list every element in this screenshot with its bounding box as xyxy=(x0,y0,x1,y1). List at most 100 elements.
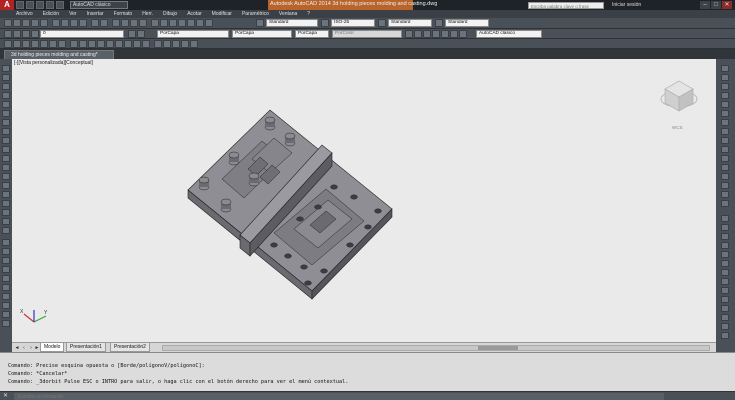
rotate-icon[interactable] xyxy=(2,293,10,300)
center-mark-icon[interactable] xyxy=(721,323,729,330)
dim-ordinate-icon[interactable] xyxy=(721,242,729,249)
scale-icon[interactable] xyxy=(721,128,729,135)
menu-dibujo[interactable]: Dibujo xyxy=(163,11,177,17)
trim-icon[interactable] xyxy=(721,146,729,153)
arc-icon[interactable] xyxy=(31,40,39,48)
dim-style-dropdown[interactable]: ISO-25 xyxy=(331,19,375,27)
scrollbar-thumb[interactable] xyxy=(478,346,518,350)
close-icon[interactable]: ✕ xyxy=(3,393,11,400)
panel-icon[interactable] xyxy=(459,30,467,38)
preview-icon[interactable] xyxy=(40,19,48,27)
dim-jogged-icon[interactable] xyxy=(721,260,729,267)
mirror-icon[interactable] xyxy=(721,83,729,90)
dim-radius-icon[interactable] xyxy=(721,251,729,258)
rectangle-icon[interactable] xyxy=(40,40,48,48)
color-dropdown[interactable]: PorCapa xyxy=(157,30,229,38)
dim-arc-icon[interactable] xyxy=(721,233,729,240)
trim-icon[interactable] xyxy=(88,40,96,48)
layer-previous-icon[interactable] xyxy=(137,30,145,38)
explode-icon[interactable] xyxy=(142,40,150,48)
viewcube-icon[interactable]: WCS xyxy=(657,73,701,137)
make-block-icon[interactable] xyxy=(2,173,10,180)
array-icon[interactable] xyxy=(115,40,123,48)
insert-block-icon[interactable] xyxy=(2,164,10,171)
mirror-icon[interactable] xyxy=(2,257,10,264)
cylinder-icon[interactable] xyxy=(163,40,171,48)
multileader-style-icon[interactable] xyxy=(435,19,443,27)
menu-ver[interactable]: Ver xyxy=(69,11,77,17)
dim-aligned-icon[interactable] xyxy=(721,224,729,231)
text-icon[interactable] xyxy=(58,40,66,48)
spline-icon[interactable] xyxy=(2,137,10,144)
lineweight-dropdown[interactable]: PorCapa xyxy=(295,30,329,38)
dim-baseline-icon[interactable] xyxy=(721,296,729,303)
fillet-icon[interactable] xyxy=(721,191,729,198)
dim-angular-icon[interactable] xyxy=(721,278,729,285)
plot-style-dropdown[interactable]: PorColor xyxy=(332,30,402,38)
polyline-icon[interactable] xyxy=(13,40,21,48)
rotate-icon[interactable] xyxy=(721,119,729,126)
stretch-icon[interactable] xyxy=(2,311,10,318)
break-icon[interactable] xyxy=(721,164,729,171)
trim-icon[interactable] xyxy=(2,320,10,327)
markup-icon[interactable] xyxy=(187,19,195,27)
scale-icon[interactable] xyxy=(133,40,141,48)
ellipse-arc-icon[interactable] xyxy=(2,155,10,162)
rectangle-icon[interactable] xyxy=(2,101,10,108)
copy-icon[interactable] xyxy=(2,248,10,255)
lock-ui-icon[interactable] xyxy=(441,30,449,38)
multileader-style-dropdown[interactable]: Standard xyxy=(445,19,489,27)
join-icon[interactable] xyxy=(721,173,729,180)
array-icon[interactable] xyxy=(721,101,729,108)
offset-icon[interactable] xyxy=(721,92,729,99)
linetype-dropdown[interactable]: PorCapa xyxy=(232,30,292,38)
grid-icon[interactable] xyxy=(432,30,440,38)
minimize-button[interactable]: – xyxy=(700,1,710,9)
menu-ventana[interactable]: Ventana xyxy=(279,11,297,17)
subtract-icon[interactable] xyxy=(190,40,198,48)
copy-icon[interactable] xyxy=(61,19,69,27)
pan-icon[interactable] xyxy=(112,19,120,27)
zoom-realtime-icon[interactable] xyxy=(121,19,129,27)
menu-ayuda[interactable]: ? xyxy=(307,11,310,17)
text-style-dropdown[interactable]: Standard xyxy=(266,19,318,27)
extrude-icon[interactable] xyxy=(172,40,180,48)
menu-archivo[interactable]: Archivo xyxy=(16,11,33,17)
paste-icon[interactable] xyxy=(70,19,78,27)
layer-dropdown[interactable]: 0 xyxy=(40,30,124,38)
redo-icon[interactable] xyxy=(56,1,64,9)
box-icon[interactable] xyxy=(154,40,162,48)
hatch-icon[interactable] xyxy=(49,40,57,48)
tab-modelo[interactable]: Modelo xyxy=(40,343,65,352)
prev-tab-arrow-icon[interactable]: ‹ xyxy=(21,345,27,351)
dim-edit-icon[interactable] xyxy=(721,332,729,339)
tolerance-icon[interactable] xyxy=(721,314,729,321)
new-icon[interactable] xyxy=(4,19,12,27)
menu-formato[interactable]: Formato xyxy=(114,11,133,17)
menu-insertar[interactable]: Insertar xyxy=(87,11,104,17)
explode-icon[interactable] xyxy=(721,200,729,207)
extend-icon[interactable] xyxy=(97,40,105,48)
zoom-previous-icon[interactable] xyxy=(139,19,147,27)
menu-edicion[interactable]: Edición xyxy=(43,11,59,17)
erase-icon[interactable] xyxy=(2,239,10,246)
arc-icon[interactable] xyxy=(2,110,10,117)
union-icon[interactable] xyxy=(181,40,189,48)
table-style-dropdown[interactable]: Standard xyxy=(388,19,432,27)
chamfer-icon[interactable] xyxy=(721,182,729,189)
menu-modificar[interactable]: Modificar xyxy=(212,11,232,17)
dim-linear-icon[interactable] xyxy=(721,215,729,222)
hatch-icon[interactable] xyxy=(2,191,10,198)
save-icon[interactable] xyxy=(36,1,44,9)
move-icon[interactable] xyxy=(721,110,729,117)
gradient-icon[interactable] xyxy=(2,200,10,207)
dim-continue-icon[interactable] xyxy=(721,305,729,312)
redo-icon[interactable] xyxy=(100,19,108,27)
settings-icon[interactable] xyxy=(450,30,458,38)
dim-diameter-icon[interactable] xyxy=(721,269,729,276)
polyline-icon[interactable] xyxy=(2,83,10,90)
mtext-icon[interactable] xyxy=(2,227,10,234)
circle-icon[interactable] xyxy=(2,119,10,126)
quick-dim-icon[interactable] xyxy=(721,287,729,294)
match-properties-icon[interactable] xyxy=(79,19,87,27)
